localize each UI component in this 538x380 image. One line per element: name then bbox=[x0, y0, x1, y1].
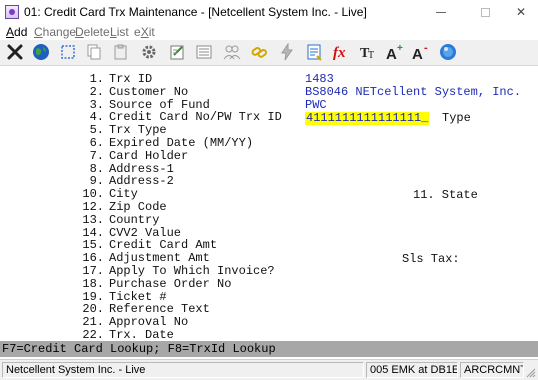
maximize-icon bbox=[480, 7, 490, 17]
status-bar: Netcellent System Inc. - Live 005 EMK at… bbox=[0, 359, 538, 380]
svg-text:+: + bbox=[397, 43, 403, 54]
font-smaller-icon: A- bbox=[412, 43, 428, 61]
list-button[interactable] bbox=[193, 41, 215, 63]
minimize-button[interactable] bbox=[424, 0, 458, 24]
lightning-icon bbox=[281, 43, 293, 61]
status-company: Netcellent System Inc. - Live bbox=[2, 362, 364, 378]
select-button[interactable] bbox=[57, 41, 79, 63]
credit-card-input[interactable]: 4111111111111111_ bbox=[305, 112, 430, 125]
function-button[interactable]: fx bbox=[331, 41, 353, 63]
svg-text:A: A bbox=[412, 46, 423, 61]
font-larger-icon: A + bbox=[386, 43, 403, 61]
svg-text:A: A bbox=[386, 46, 397, 61]
exit-icon bbox=[7, 44, 23, 60]
notes-icon bbox=[170, 45, 184, 60]
type-label: Type bbox=[442, 111, 471, 125]
font-larger-button[interactable]: A + bbox=[384, 41, 406, 63]
report-icon bbox=[307, 44, 322, 61]
globe-button[interactable] bbox=[30, 41, 52, 63]
help-button[interactable] bbox=[437, 41, 459, 63]
window-title: 01: Credit Card Trx Maintenance - [Netce… bbox=[24, 5, 367, 19]
link-button[interactable] bbox=[248, 41, 270, 63]
minimize-icon bbox=[436, 11, 446, 13]
help-icon bbox=[440, 44, 456, 60]
svg-text:-: - bbox=[424, 43, 428, 54]
close-button[interactable]: ✕ bbox=[504, 0, 538, 24]
menu-add[interactable]: Add bbox=[6, 25, 27, 39]
state-label: 11. State bbox=[413, 188, 478, 202]
font-button[interactable]: TT bbox=[358, 41, 380, 63]
list-icon bbox=[196, 45, 212, 59]
status-program: ARCRCMNT bbox=[460, 362, 524, 378]
svg-text:T: T bbox=[368, 50, 374, 61]
menu-exit[interactable]: eXit bbox=[134, 25, 155, 39]
lightning-button[interactable] bbox=[276, 41, 298, 63]
toolbar: fx TT A + A- bbox=[0, 40, 538, 66]
people-button[interactable] bbox=[221, 41, 243, 63]
font-smaller-button[interactable]: A- bbox=[410, 41, 432, 63]
sls-tax-label: Sls Tax: bbox=[402, 252, 460, 266]
function-key-hints: F7=Credit Card Lookup; F8=TrxId Lookup bbox=[0, 341, 538, 357]
form-screen: 1. Trx ID 1483 2. Customer No BS8046 NETcelle… bbox=[0, 67, 538, 342]
settings-icon bbox=[142, 45, 156, 59]
report-button[interactable] bbox=[303, 41, 325, 63]
menu-change[interactable]: Change bbox=[34, 25, 76, 39]
exit-button[interactable] bbox=[4, 41, 26, 63]
link-icon bbox=[251, 47, 268, 58]
function-icon: fx bbox=[333, 45, 346, 61]
font-icon: TT bbox=[360, 46, 374, 61]
select-icon bbox=[61, 45, 75, 59]
settings-button[interactable] bbox=[138, 41, 160, 63]
field-value: BS8046 NETcellent System, Inc. bbox=[305, 85, 522, 99]
svg-text:fx: fx bbox=[333, 45, 346, 61]
close-icon: ✕ bbox=[515, 5, 527, 19]
menu-bar: Add Change Delete List eXit bbox=[0, 24, 538, 40]
people-icon bbox=[223, 45, 241, 60]
menu-list[interactable]: List bbox=[110, 25, 129, 39]
menu-delete[interactable]: Delete bbox=[75, 25, 110, 39]
maximize-button[interactable] bbox=[468, 0, 502, 24]
globe-icon bbox=[33, 44, 49, 60]
title-bar: 01: Credit Card Trx Maintenance - [Netce… bbox=[0, 0, 538, 24]
resize-grip-icon[interactable] bbox=[526, 368, 536, 378]
copy-icon bbox=[87, 44, 101, 60]
paste-icon bbox=[114, 44, 127, 60]
notes-button[interactable] bbox=[166, 41, 188, 63]
app-icon bbox=[5, 5, 19, 19]
copy-button[interactable] bbox=[83, 41, 105, 63]
paste-button[interactable] bbox=[110, 41, 132, 63]
status-session: 005 EMK at DB1EMK bbox=[366, 362, 458, 378]
